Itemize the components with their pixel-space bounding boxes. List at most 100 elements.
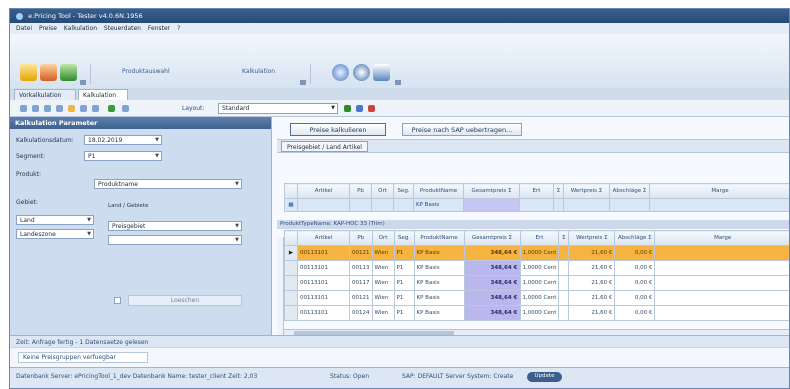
wertpreis-cell[interactable]: 21,60 € bbox=[568, 275, 616, 291]
seg-cell[interactable]: P1 bbox=[393, 275, 415, 291]
row-indicator[interactable]: ▶ bbox=[284, 245, 298, 261]
document-icon[interactable] bbox=[373, 64, 390, 81]
wertpreis-cell[interactable]: 21,60 € bbox=[568, 245, 616, 261]
row-indicator[interactable] bbox=[284, 260, 298, 276]
layout-select[interactable]: Standard ▼ bbox=[218, 103, 338, 114]
filter-cell[interactable] bbox=[609, 198, 650, 212]
pb-cell[interactable]: 00113 bbox=[349, 260, 373, 276]
delete-icon[interactable] bbox=[56, 105, 63, 112]
calculate-prices-button[interactable]: Preise kalkulieren bbox=[290, 123, 386, 136]
col-sum[interactable]: Σ bbox=[553, 183, 564, 199]
filter-icon[interactable] bbox=[80, 105, 87, 112]
filter-cell[interactable] bbox=[563, 198, 610, 212]
col-sum[interactable]: Σ bbox=[558, 230, 570, 246]
ort-cell[interactable]: Wien bbox=[371, 245, 395, 261]
ort-cell[interactable]: Wien bbox=[371, 290, 395, 306]
marge-cell[interactable] bbox=[654, 275, 789, 291]
search-icon[interactable] bbox=[92, 105, 99, 112]
filter-cell[interactable] bbox=[519, 198, 554, 212]
seg-cell[interactable]: P1 bbox=[393, 260, 415, 276]
marge-cell[interactable] bbox=[654, 305, 789, 321]
artikel-cell[interactable]: 00113101 bbox=[297, 245, 350, 261]
sum-cell[interactable] bbox=[558, 245, 570, 261]
table-row[interactable]: 00113101 00117 Wien P1 KP Basis 348,64 €1,000… bbox=[284, 275, 789, 291]
close-icon[interactable] bbox=[368, 105, 375, 112]
col-seg[interactable]: Seg. bbox=[393, 230, 415, 246]
product-field[interactable]: Produktname ▼ bbox=[94, 179, 242, 189]
abschlaege-cell[interactable]: 0,00 € bbox=[614, 260, 656, 276]
pb-cell[interactable]: 00117 bbox=[349, 275, 373, 291]
seg-cell[interactable]: P1 bbox=[393, 305, 415, 321]
wertpreis-cell[interactable]: 21,60 € bbox=[568, 260, 616, 276]
ert-cell[interactable]: 1,0000 Cent bbox=[519, 275, 560, 291]
vertical-scrollbar[interactable] bbox=[277, 237, 284, 335]
row-indicator[interactable] bbox=[284, 305, 298, 321]
col-gesamtpreis[interactable]: Gesamtpreis Σ bbox=[463, 230, 521, 246]
refresh-icon[interactable] bbox=[332, 64, 349, 81]
col-artikel[interactable]: Artikel bbox=[297, 183, 350, 199]
col-produktname[interactable]: ProduktName bbox=[413, 230, 465, 246]
save-layout-icon[interactable] bbox=[356, 105, 363, 112]
menu-prices[interactable]: Preise bbox=[39, 25, 57, 32]
filter-cell[interactable] bbox=[371, 198, 394, 212]
ort-cell[interactable]: Wien bbox=[371, 260, 395, 276]
col-abschlaege[interactable]: Abschläge Σ bbox=[614, 230, 656, 246]
menu-window[interactable]: Fenster bbox=[148, 25, 170, 32]
sum-cell[interactable] bbox=[558, 290, 570, 306]
col-ert[interactable]: Ert bbox=[519, 230, 560, 246]
date-field[interactable]: 18.02.2019 ▼ bbox=[84, 135, 162, 145]
col-ert[interactable]: Ert bbox=[519, 183, 554, 199]
group-filter-chip[interactable]: Preisgebiet / Land Artikel bbox=[281, 141, 368, 152]
seg-cell[interactable]: P1 bbox=[393, 290, 415, 306]
ert-cell[interactable]: 1,0000 Cent bbox=[519, 290, 560, 306]
sum-cell[interactable] bbox=[558, 260, 570, 276]
chevron-down-icon[interactable] bbox=[80, 80, 86, 85]
table-row[interactable]: ▶ 00113101 00121 Wien P1 KP Basis 348,64 €1,00… bbox=[284, 245, 789, 261]
col-ort[interactable]: Ort bbox=[371, 183, 394, 199]
filter-cell[interactable] bbox=[349, 198, 372, 212]
wertpreis-cell[interactable]: 21,60 € bbox=[568, 305, 616, 321]
chart-icon[interactable] bbox=[60, 64, 77, 81]
filter-row-icon[interactable]: ▦ bbox=[284, 198, 298, 212]
gesamtpreis-cell[interactable]: 348,64 € bbox=[463, 305, 521, 321]
extra-select[interactable]: ▼ bbox=[108, 235, 242, 245]
produktname-cell[interactable]: KP Basis bbox=[413, 305, 465, 321]
option-checkbox[interactable] bbox=[114, 297, 121, 304]
sum-cell[interactable] bbox=[558, 275, 570, 291]
col-gesamtpreis[interactable]: Gesamtpreis Σ bbox=[463, 183, 520, 199]
segment-field[interactable]: P1 ▼ bbox=[84, 151, 162, 161]
seg-cell[interactable]: P1 bbox=[393, 245, 415, 261]
gesamtpreis-cell[interactable]: 348,64 € bbox=[463, 290, 521, 306]
col-seg[interactable]: Seg. bbox=[393, 183, 414, 199]
row-indicator[interactable] bbox=[284, 290, 298, 306]
row-indicator[interactable] bbox=[284, 275, 298, 291]
abschlaege-cell[interactable]: 0,00 € bbox=[614, 245, 656, 261]
produktname-cell[interactable]: KP Basis bbox=[413, 245, 465, 261]
filter-cell[interactable] bbox=[297, 198, 350, 212]
produktname-cell[interactable]: KP Basis bbox=[413, 275, 465, 291]
open-icon[interactable] bbox=[20, 64, 37, 81]
new-icon[interactable] bbox=[20, 105, 27, 112]
ert-cell[interactable]: 1,0000 Cent bbox=[519, 260, 560, 276]
ribbon-group-product[interactable]: Produktauswahl bbox=[122, 68, 170, 75]
marge-cell[interactable] bbox=[654, 245, 789, 261]
abschlaege-cell[interactable]: 0,00 € bbox=[614, 290, 656, 306]
table-row[interactable]: 00113101 00113 Wien P1 KP Basis 348,64 €1,000… bbox=[284, 260, 789, 276]
filter-cell[interactable] bbox=[553, 198, 564, 212]
save-icon[interactable] bbox=[40, 64, 57, 81]
ert-cell[interactable]: 1,0000 Cent bbox=[519, 305, 560, 321]
col-pb[interactable]: Pb bbox=[349, 230, 373, 246]
globe-icon[interactable] bbox=[353, 64, 370, 81]
abschlaege-cell[interactable]: 0,00 € bbox=[614, 305, 656, 321]
transfer-sap-button[interactable]: Preise nach SAP uebertragen... bbox=[402, 123, 522, 136]
sum-cell[interactable] bbox=[558, 305, 570, 321]
clear-button[interactable]: Loeschen bbox=[128, 295, 242, 306]
abschlaege-cell[interactable]: 0,00 € bbox=[614, 275, 656, 291]
menu-control-data[interactable]: Steuerdaten bbox=[104, 25, 141, 32]
gesamtpreis-cell[interactable]: 348,64 € bbox=[463, 260, 521, 276]
col-ort[interactable]: Ort bbox=[371, 230, 395, 246]
edit-icon[interactable] bbox=[32, 105, 39, 112]
col-artikel[interactable]: Artikel bbox=[297, 230, 350, 246]
col-produktname[interactable]: ProduktName bbox=[413, 183, 464, 199]
table-row[interactable]: 00113101 00124 Wien P1 KP Basis 348,64 €1,000… bbox=[284, 305, 789, 321]
